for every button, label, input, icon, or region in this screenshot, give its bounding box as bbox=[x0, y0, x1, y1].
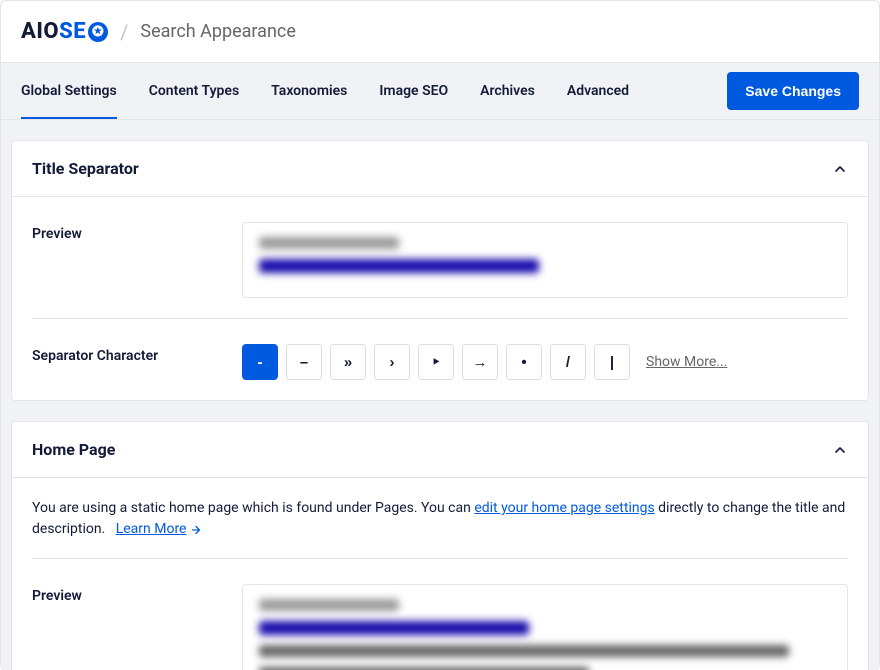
card-body: Preview Separator Character - – » › bbox=[12, 197, 868, 400]
tab-archives[interactable]: Archives bbox=[480, 63, 535, 119]
logo: AIOSE✪ bbox=[21, 19, 108, 44]
learn-more-link[interactable]: Learn More bbox=[116, 519, 203, 540]
save-button[interactable]: Save Changes bbox=[727, 72, 859, 110]
separator-btn-1[interactable]: – bbox=[286, 344, 322, 380]
separator-btn-3[interactable]: › bbox=[374, 344, 410, 380]
preview-url-blurred bbox=[259, 599, 399, 611]
tab-advanced[interactable]: Advanced bbox=[567, 63, 629, 119]
tabs: Global Settings Content Types Taxonomies… bbox=[21, 63, 629, 119]
row-separator: Separator Character - – » › ‣ → • / | Sh… bbox=[32, 339, 848, 380]
page-title: Search Appearance bbox=[140, 21, 296, 42]
preview-box bbox=[242, 222, 848, 298]
logo-gear-icon: ✪ bbox=[88, 22, 108, 42]
card-title-separator: Title Separator Preview Separator Charac… bbox=[11, 140, 869, 401]
logo-text-aio: AIO bbox=[21, 19, 59, 44]
header: AIOSE✪ / Search Appearance bbox=[1, 1, 879, 62]
card-header-home-page: Home Page bbox=[12, 422, 868, 478]
content-area: Title Separator Preview Separator Charac… bbox=[1, 120, 879, 670]
separator-btn-7[interactable]: / bbox=[550, 344, 586, 380]
row-preview-homepage: Preview bbox=[32, 579, 848, 670]
logo-text-se: SE bbox=[59, 19, 86, 44]
edit-home-page-link[interactable]: edit your home page settings bbox=[474, 500, 654, 516]
chevron-up-icon[interactable] bbox=[832, 442, 848, 458]
separator-btn-8[interactable]: | bbox=[594, 344, 630, 380]
label-preview: Preview bbox=[32, 222, 212, 298]
tab-image-seo[interactable]: Image SEO bbox=[379, 63, 448, 119]
show-more-link[interactable]: Show More... bbox=[646, 354, 727, 370]
separator-btn-0[interactable]: - bbox=[242, 344, 278, 380]
label-separator: Separator Character bbox=[32, 344, 212, 380]
card-home-page: Home Page You are using a static home pa… bbox=[11, 421, 869, 670]
card-title: Title Separator bbox=[32, 159, 139, 178]
separator-options: - – » › ‣ → • / | Show More... bbox=[242, 344, 848, 380]
preview-url-blurred bbox=[259, 237, 399, 249]
arrow-right-icon bbox=[190, 524, 202, 536]
learn-more-label: Learn More bbox=[116, 519, 187, 540]
card-header-title-separator: Title Separator bbox=[12, 141, 868, 197]
preview-desc-blurred bbox=[259, 645, 789, 657]
notice-text-before: You are using a static home page which i… bbox=[32, 500, 474, 516]
label-preview: Preview bbox=[32, 584, 212, 670]
tabs-bar: Global Settings Content Types Taxonomies… bbox=[1, 62, 879, 120]
tab-taxonomies[interactable]: Taxonomies bbox=[271, 63, 347, 119]
home-page-notice: You are using a static home page which i… bbox=[32, 498, 848, 559]
card-title: Home Page bbox=[32, 440, 115, 459]
separator-btn-5[interactable]: → bbox=[462, 344, 498, 380]
chevron-up-icon[interactable] bbox=[832, 161, 848, 177]
breadcrumb-divider: / bbox=[120, 20, 128, 44]
tab-content-types[interactable]: Content Types bbox=[149, 63, 239, 119]
preview-title-blurred bbox=[259, 621, 529, 635]
preview-box-homepage bbox=[242, 584, 848, 670]
tab-global-settings[interactable]: Global Settings bbox=[21, 63, 117, 119]
card-body: You are using a static home page which i… bbox=[12, 478, 868, 670]
row-preview: Preview bbox=[32, 217, 848, 319]
separator-btn-4[interactable]: ‣ bbox=[418, 344, 454, 380]
preview-title-blurred bbox=[259, 259, 539, 273]
separator-btn-6[interactable]: • bbox=[506, 344, 542, 380]
separator-btn-2[interactable]: » bbox=[330, 344, 366, 380]
